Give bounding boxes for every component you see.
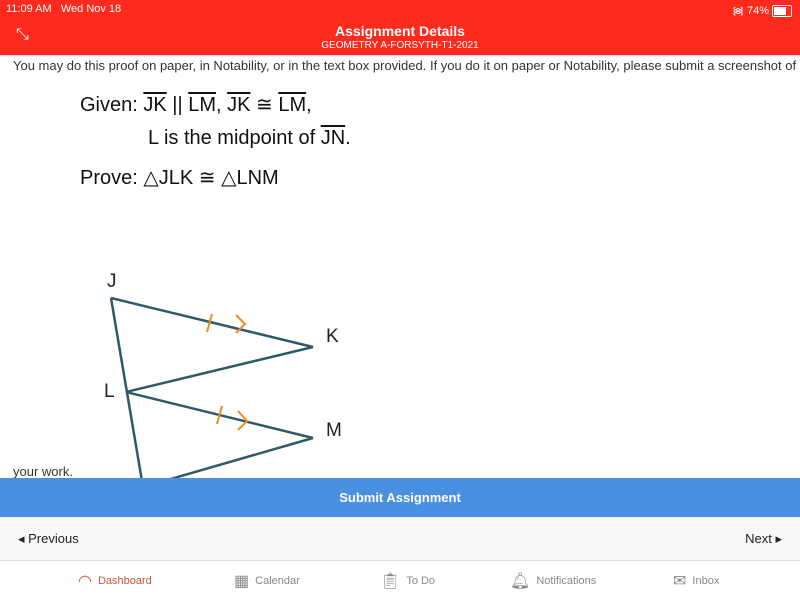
segment-jk (110, 296, 314, 349)
status-time: 11:09 AM Wed Nov 18 (6, 3, 122, 15)
battery-text: 74% (746, 4, 769, 17)
label-l: L (104, 381, 115, 402)
wifi-icon: ᯼ (732, 5, 744, 17)
tab-dashboard[interactable]: ◠ Dashboard (78, 571, 152, 591)
label-k: K (326, 326, 339, 347)
previous-button[interactable]: ◂ Previous (18, 531, 79, 547)
page-subtitle: GEOMETRY A-FORSYTH-T1-2021 (321, 40, 479, 51)
tab-inbox[interactable]: ✉ Inbox (673, 571, 719, 591)
next-button[interactable]: Next ▸ (745, 531, 782, 547)
tab-todo[interactable]: 📋︎ To Do (380, 571, 435, 591)
collapse-icon[interactable]: ⤡ (16, 26, 29, 44)
assignment-content: You may do this proof on paper, in Notab… (0, 55, 800, 478)
page-title: Assignment Details (335, 23, 465, 39)
clipboard-icon: 📋︎ (380, 573, 401, 590)
segment-kl (125, 345, 314, 394)
tab-bar: ◠ Dashboard ▦ Calendar 📋︎ To Do 🔔︎ Notificat… (0, 561, 800, 600)
submit-assignment-button[interactable]: Submit Assignment (0, 478, 800, 517)
given-line-2: L is the midpoint of JN. (148, 127, 351, 149)
battery-icon (772, 4, 792, 17)
label-j: J (107, 271, 117, 292)
header: ⤡ Assignment Details GEOMETRY A-FORSYTH-… (0, 20, 800, 55)
prove-line: Prove: △JLK ≅ △LNM (80, 167, 279, 189)
status-bar: 11:09 AM Wed Nov 18 ᯼ 74% (0, 0, 800, 20)
pagination-bar: ◂ Previous Next ▸ (0, 517, 800, 561)
bell-icon: 🔔︎ (510, 573, 531, 590)
triangle-diagram: J K L M N (104, 271, 342, 478)
mail-icon: ✉ (673, 573, 687, 590)
dashboard-icon: ◠ (78, 573, 92, 590)
label-m: M (326, 420, 342, 441)
tab-notifications[interactable]: 🔔︎ Notifications (510, 571, 596, 591)
instructions-end: your work. (13, 464, 73, 478)
given-line: Given: JK || LM, JK ≅ LM, (80, 94, 312, 116)
instructions: You may do this proof on paper, in Notab… (13, 58, 797, 73)
segment-mn (169, 436, 314, 478)
tab-calendar[interactable]: ▦ Calendar (234, 571, 300, 591)
status-right: ᯼ 74% (732, 3, 792, 18)
calendar-icon: ▦ (234, 573, 250, 590)
